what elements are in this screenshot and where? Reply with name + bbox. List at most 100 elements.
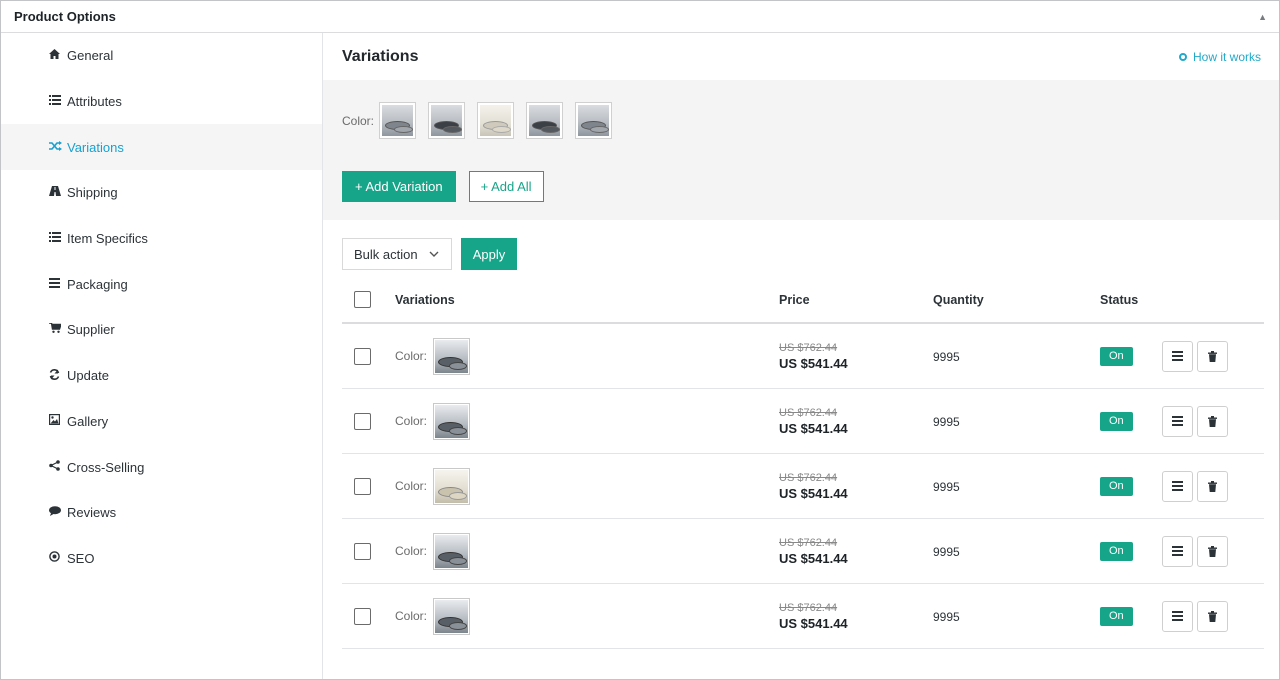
delete-row-button[interactable] (1197, 535, 1228, 567)
color-label: Color: (395, 609, 428, 623)
sidebar-item-label: Packaging (67, 276, 128, 292)
current-price: US $541.44 (779, 355, 848, 371)
refresh-icon (49, 368, 65, 383)
column-header-variations: Variations (395, 292, 455, 307)
column-header-status: Status (1100, 292, 1139, 307)
table-row: Color: US $762.44 US $541.44 9995 On (342, 584, 1264, 649)
status-toggle[interactable]: On (1100, 541, 1133, 561)
delete-row-button[interactable] (1197, 405, 1228, 437)
delete-row-button[interactable] (1197, 600, 1228, 632)
row-checkbox[interactable] (354, 412, 371, 430)
list-icon (49, 232, 65, 245)
sidebar-item-gallery[interactable]: Gallery (1, 399, 322, 445)
color-label: Color: (342, 113, 375, 128)
variation-thumbnail (433, 597, 471, 635)
current-price: US $541.44 (779, 420, 848, 436)
table-row: Color: US $762.44 US $541.44 9995 On (342, 454, 1264, 519)
variation-options-box: Color: + Add Variation + Add All (323, 80, 1279, 220)
sidebar-item-reviews[interactable]: Reviews (1, 490, 322, 536)
color-swatch-thumbnail[interactable] (526, 102, 564, 139)
delete-row-button[interactable] (1197, 470, 1228, 502)
column-header-quantity: Quantity (933, 292, 984, 307)
how-it-works-label: How it works (1192, 49, 1261, 64)
sidebar-item-label: Variations (67, 139, 124, 155)
row-menu-button[interactable] (1162, 470, 1193, 502)
old-price: US $762.44 (779, 471, 838, 484)
quantity-value: 9995 (933, 544, 960, 559)
color-swatch-row: Color: (342, 102, 1260, 139)
add-all-button[interactable]: + Add All (468, 171, 544, 202)
bulk-action-select[interactable]: Bulk action (342, 238, 452, 270)
variation-thumbnail (433, 337, 471, 375)
collapse-triangle-icon[interactable]: ▲ (1258, 12, 1267, 22)
old-price: US $762.44 (779, 601, 838, 614)
row-checkbox[interactable] (354, 477, 371, 495)
variations-table: Variations Price Quantity Status Color: … (342, 277, 1264, 649)
current-price: US $541.44 (779, 615, 848, 631)
status-toggle[interactable]: On (1100, 411, 1133, 431)
trash-icon (1208, 415, 1217, 427)
cart-icon (49, 322, 65, 336)
sidebar-item-supplier[interactable]: Supplier (1, 307, 322, 353)
apply-button[interactable]: Apply (461, 238, 517, 270)
main-header: Variations How it works (323, 33, 1279, 80)
bars-icon (1172, 546, 1183, 556)
row-checkbox[interactable] (354, 542, 371, 560)
row-checkbox[interactable] (354, 607, 371, 625)
old-price: US $762.44 (779, 341, 838, 354)
image-icon (49, 414, 65, 428)
how-it-works-link[interactable]: How it works (1178, 49, 1261, 64)
sidebar-item-attributes[interactable]: Attributes (1, 79, 322, 125)
sidebar-item-update[interactable]: Update (1, 353, 322, 399)
status-toggle[interactable]: On (1100, 476, 1133, 496)
status-toggle[interactable]: On (1100, 346, 1133, 366)
trash-icon (1208, 350, 1217, 362)
table-row: Color: US $762.44 US $541.44 9995 On (342, 324, 1264, 389)
list-icon (49, 95, 65, 108)
color-swatch-thumbnail[interactable] (428, 102, 466, 139)
status-toggle[interactable]: On (1100, 606, 1133, 626)
sidebar-item-general[interactable]: General (1, 33, 322, 79)
quantity-value: 9995 (933, 609, 960, 624)
bulk-action-bar: Bulk action Apply (323, 220, 1279, 270)
bars-icon (1172, 481, 1183, 491)
color-swatch-thumbnail[interactable] (575, 102, 613, 139)
panel-header: Product Options ▲ (1, 1, 1279, 33)
sidebar-item-label: Shipping (67, 185, 118, 201)
panel-title: Product Options (14, 9, 116, 24)
main-content: Variations How it works Color: + Add Var… (323, 33, 1279, 679)
quantity-value: 9995 (933, 414, 960, 429)
old-price: US $762.44 (779, 406, 838, 419)
color-swatch-thumbnail[interactable] (379, 102, 417, 139)
column-header-price: Price (779, 292, 810, 307)
delete-row-button[interactable] (1197, 340, 1228, 372)
target-icon (49, 551, 65, 565)
color-label: Color: (395, 349, 428, 363)
sidebar-item-label: Item Specifics (67, 231, 148, 247)
variation-thumbnail (433, 402, 471, 440)
old-price: US $762.44 (779, 536, 838, 549)
color-label: Color: (395, 544, 428, 558)
sidebar-item-item-specifics[interactable]: Item Specifics (1, 216, 322, 262)
quantity-value: 9995 (933, 349, 960, 364)
add-variation-button[interactable]: + Add Variation (342, 171, 456, 202)
table-row: Color: US $762.44 US $541.44 9995 On (342, 519, 1264, 584)
comment-icon (49, 506, 65, 519)
select-all-checkbox[interactable] (354, 291, 371, 308)
sidebar-item-packaging[interactable]: Packaging (1, 261, 322, 307)
table-header: Variations Price Quantity Status (342, 277, 1264, 324)
sidebar-item-label: Update (67, 368, 109, 384)
sidebar-item-cross-selling[interactable]: Cross-Selling (1, 444, 322, 490)
variation-thumbnail (433, 467, 471, 505)
sidebar-item-shipping[interactable]: Shipping (1, 170, 322, 216)
row-checkbox[interactable] (354, 347, 371, 365)
sidebar-item-variations[interactable]: Variations (1, 124, 322, 171)
row-menu-button[interactable] (1162, 600, 1193, 632)
sidebar-item-seo[interactable]: SEO (1, 536, 322, 582)
row-menu-button[interactable] (1162, 405, 1193, 437)
color-swatch-thumbnail[interactable] (477, 102, 515, 139)
sidebar-item-label: Reviews (67, 505, 117, 521)
row-menu-button[interactable] (1162, 340, 1193, 372)
row-menu-button[interactable] (1162, 535, 1193, 567)
variation-buttons: + Add Variation + Add All (342, 171, 1260, 202)
